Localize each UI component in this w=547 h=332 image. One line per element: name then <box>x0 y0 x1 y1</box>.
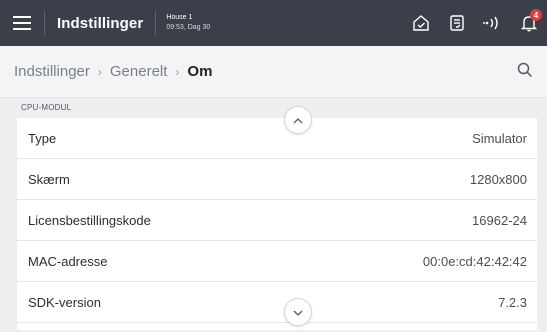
house-selector[interactable]: House 1 09:53, Dag 30 <box>166 13 210 33</box>
info-row-type: Type Simulator <box>17 118 537 159</box>
row-label: SDK-version <box>28 294 101 310</box>
breadcrumb-item-settings[interactable]: Indstillinger <box>14 63 90 80</box>
notifications-button[interactable]: 4 <box>511 0 547 46</box>
chevron-down-icon <box>293 303 303 321</box>
info-row-sdk: SDK-version 7.2.3 <box>17 282 537 323</box>
house-time: 09:53, Dag 30 <box>166 24 211 31</box>
section-title: CPU-MODUL <box>21 103 72 112</box>
content-area: CPU-MODUL Type Simulator Skærm 1280x800 … <box>0 98 547 332</box>
clipboard-icon <box>448 14 466 32</box>
divider <box>155 11 157 35</box>
row-label: Licensbestillingskode <box>28 212 151 228</box>
info-row-mac: MAC-adresse 00:0e:cd:42:42:42 <box>17 241 537 282</box>
radio-signal-icon <box>483 16 503 30</box>
row-value: 7.2.3 <box>498 294 527 310</box>
notification-badge: 4 <box>530 9 542 21</box>
scroll-down-button[interactable] <box>284 298 312 326</box>
clipboard-button[interactable] <box>439 0 475 46</box>
chevron-up-icon <box>293 111 303 129</box>
app-title: Indstillinger <box>57 14 144 32</box>
signal-button[interactable] <box>475 0 511 46</box>
search-button[interactable] <box>515 62 535 82</box>
row-label: Skærm <box>28 171 70 187</box>
breadcrumb-item-general[interactable]: Generelt <box>110 63 168 80</box>
info-row-screen: Skærm 1280x800 <box>17 159 537 200</box>
home-button[interactable] <box>403 0 439 46</box>
row-label: MAC-adresse <box>28 253 108 269</box>
row-value: 1280x800 <box>469 171 527 187</box>
topbar-icons: 4 <box>403 0 547 46</box>
breadcrumb-separator: › <box>175 64 180 79</box>
menu-icon <box>13 16 31 30</box>
breadcrumb-item-about: Om <box>187 63 213 80</box>
search-icon <box>517 62 533 83</box>
house-name: House 1 <box>166 14 193 21</box>
row-label: Type <box>28 130 57 146</box>
menu-button[interactable] <box>0 0 44 46</box>
scroll-up-button[interactable] <box>284 106 312 134</box>
row-value: 00:0e:cd:42:42:42 <box>422 253 527 269</box>
home-icon <box>412 14 430 32</box>
top-bar: Indstillinger House 1 09:53, Dag 30 4 <box>0 0 547 46</box>
divider <box>44 11 45 35</box>
breadcrumb: Indstillinger › Generelt › Om <box>0 46 547 98</box>
row-value: 16962-24 <box>472 212 527 228</box>
info-panel: Type Simulator Skærm 1280x800 Licensbest… <box>17 118 537 330</box>
info-row-license: Licensbestillingskode 16962-24 <box>17 200 537 241</box>
breadcrumb-separator: › <box>97 64 102 79</box>
row-value: Simulator <box>472 130 527 146</box>
